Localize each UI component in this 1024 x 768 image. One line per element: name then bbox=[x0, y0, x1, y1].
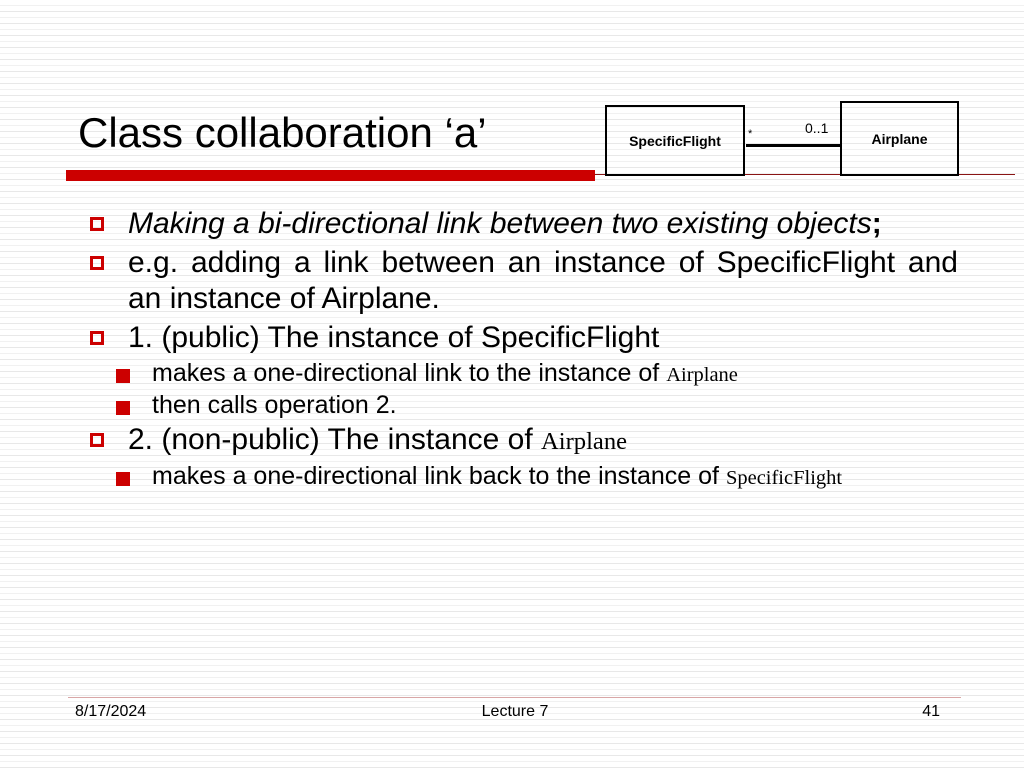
list-item-text-suffix: ; bbox=[871, 207, 882, 240]
uml-class-box-airplane: Airplane bbox=[840, 101, 959, 176]
footer-lecture-label: Lecture 7 bbox=[481, 703, 549, 720]
list-item: 2. (non-public) The instance of Airplane bbox=[86, 422, 958, 459]
list-item-text: e.g. adding a link between an instance o… bbox=[128, 245, 958, 316]
list-item: makes a one-directional link to the inst… bbox=[86, 358, 958, 389]
solid-square-bullet-icon bbox=[116, 401, 130, 416]
footer-page-number: 41 bbox=[922, 703, 940, 720]
list-item: then calls operation 2. bbox=[86, 390, 958, 421]
hollow-square-bullet-icon bbox=[90, 217, 104, 231]
title-accent-bar bbox=[66, 170, 595, 181]
uml-class-name-specificflight: SpecificFlight bbox=[629, 132, 721, 149]
footer-divider bbox=[68, 697, 961, 698]
hollow-square-bullet-icon bbox=[90, 433, 104, 448]
list-item: makes a one-directional link back to the… bbox=[86, 461, 958, 492]
list-item: 1. (public) The instance of SpecificFlig… bbox=[86, 320, 958, 357]
list-item-text-classname: Airplane bbox=[541, 428, 628, 456]
list-item-text-classname: Airplane bbox=[666, 364, 738, 387]
list-item: Making a bi-directional link between two… bbox=[86, 206, 958, 243]
uml-class-diagram: SpecificFlight * 0..1 Airplane bbox=[600, 98, 966, 180]
uml-class-box-specificflight: SpecificFlight bbox=[605, 105, 745, 176]
uml-multiplicity-target: 0..1 bbox=[805, 120, 829, 136]
hollow-square-bullet-icon bbox=[90, 330, 104, 345]
slide-canvas: Class collaboration ‘a’ SpecificFlight *… bbox=[0, 0, 1024, 768]
list-item-text: then calls operation 2. bbox=[152, 391, 397, 420]
list-item: e.g. adding a link between an instance o… bbox=[86, 245, 958, 318]
list-item-text-classname: SpecificFlight bbox=[725, 466, 843, 489]
bullet-list: Making a bi-directional link between two… bbox=[86, 206, 958, 493]
solid-square-bullet-icon bbox=[116, 369, 130, 384]
slide-footer: 8/17/2024 Lecture 7 41 bbox=[70, 703, 960, 727]
uml-class-name-airplane: Airplane bbox=[871, 130, 928, 147]
list-item-text: Making a bi-directional link between two… bbox=[128, 207, 872, 240]
hollow-square-bullet-icon bbox=[90, 255, 104, 270]
list-item-text: 1. (public) The instance of SpecificFlig… bbox=[128, 320, 660, 354]
uml-multiplicity-source: * bbox=[748, 128, 753, 140]
list-item-text: makes a one-directional link to the inst… bbox=[152, 359, 667, 388]
uml-association-line bbox=[746, 144, 842, 147]
solid-square-bullet-icon bbox=[116, 471, 130, 486]
list-item-text: makes a one-directional link back to the… bbox=[152, 461, 726, 490]
page-title: Class collaboration ‘a’ bbox=[78, 109, 487, 156]
list-item-text: 2. (non-public) The instance of bbox=[128, 423, 542, 457]
